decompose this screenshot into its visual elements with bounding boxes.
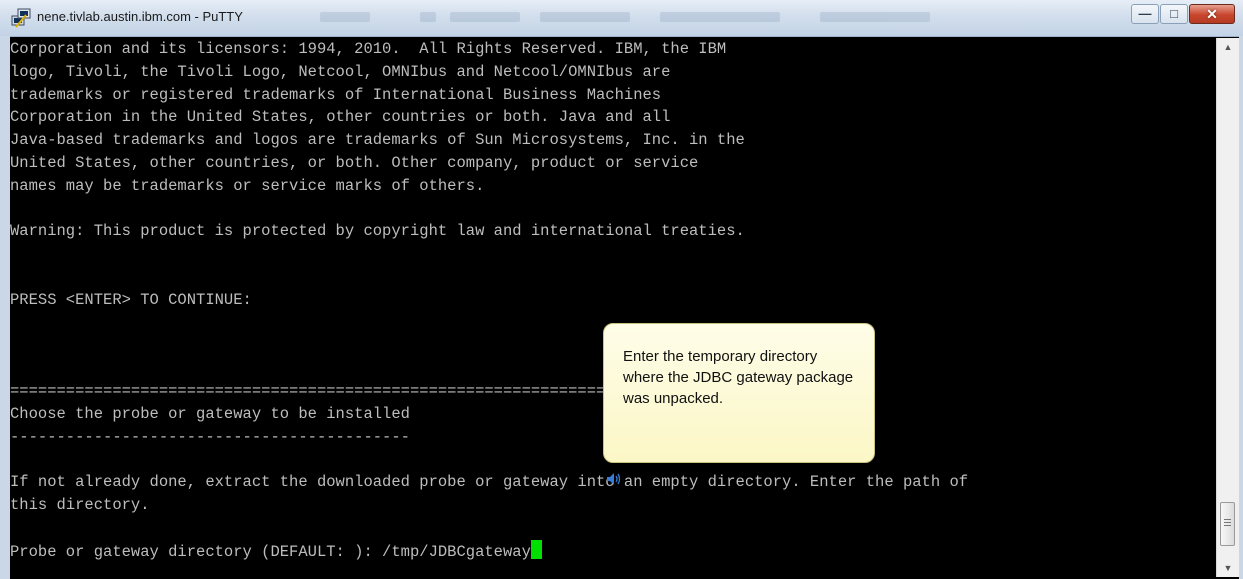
terminal-prompt-line[interactable]: Probe or gateway directory (DEFAULT: ): … (10, 539, 1208, 563)
scrollbar-thumb[interactable] (1220, 502, 1235, 546)
window-frame-left (0, 36, 10, 579)
window-frame-right (1239, 36, 1243, 579)
scroll-down-icon: ▼ (1223, 563, 1233, 573)
window-controls: — □ ✕ (1130, 4, 1235, 26)
speaker-icon[interactable] (606, 472, 622, 486)
scroll-up-icon: ▲ (1223, 42, 1233, 52)
terminal-line: United States, other countries, or both.… (10, 153, 699, 172)
close-button[interactable]: ✕ (1189, 4, 1235, 24)
grip-icon (1224, 519, 1231, 527)
scroll-up-button[interactable]: ▲ (1217, 38, 1239, 56)
terminal-line: Corporation and its licensors: 1994, 201… (10, 40, 727, 58)
putty-icon[interactable] (10, 7, 32, 29)
title-bar[interactable]: nene.tivlab.austin.ibm.com - PuTTY — □ ✕ (0, 0, 1243, 37)
terminal-line: names may be trademarks or service marks… (10, 176, 485, 195)
terminal-prompt-text: Probe or gateway directory (DEFAULT: ): … (10, 542, 531, 561)
callout-text: Enter the temporary directory where the … (623, 348, 854, 407)
terminal-line: Corporation in the United States, other … (10, 108, 671, 127)
terminal-line: trademarks or registered trademarks of I… (10, 85, 662, 104)
minimize-icon: — (1138, 6, 1152, 21)
window-title: nene.tivlab.austin.ibm.com - PuTTY (37, 9, 243, 24)
vertical-scrollbar[interactable]: ▲ ▼ (1216, 38, 1239, 577)
terminal-line: this directory. (10, 495, 150, 514)
terminal-cursor (530, 539, 542, 559)
putty-window: nene.tivlab.austin.ibm.com - PuTTY — □ ✕… (0, 0, 1243, 579)
tutorial-callout: Enter the temporary directory where the … (603, 323, 875, 463)
terminal-line: Warning: This product is protected by co… (10, 222, 745, 241)
close-icon: ✕ (1206, 6, 1218, 22)
terminal-line: Java-based trademarks and logos are trad… (10, 131, 745, 150)
background-window-ghost (300, 0, 1093, 36)
scroll-down-button[interactable]: ▼ (1217, 559, 1239, 577)
maximize-icon: □ (1170, 6, 1178, 21)
maximize-button[interactable]: □ (1160, 4, 1188, 24)
terminal-line: PRESS <ENTER> TO CONTINUE: (10, 290, 252, 309)
terminal-line: logo, Tivoli, the Tivoli Logo, Netcool, … (10, 62, 671, 81)
minimize-button[interactable]: — (1131, 4, 1159, 24)
terminal-output[interactable]: Corporation and its licensors: 1994, 201… (10, 38, 1208, 577)
